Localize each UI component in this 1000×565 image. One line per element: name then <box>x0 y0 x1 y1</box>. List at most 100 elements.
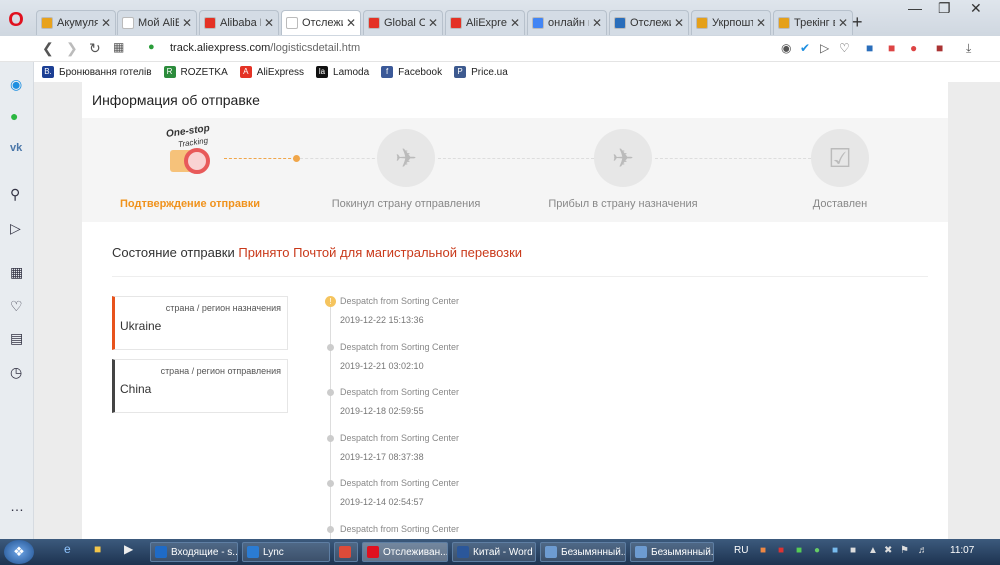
url-field[interactable]: track.aliexpress.com/logisticsdetail.htm <box>170 42 360 54</box>
extension-icon[interactable]: ■ <box>888 41 895 55</box>
tray-icon[interactable]: ■ <box>850 545 856 556</box>
close-tab-icon[interactable]: ✕ <box>510 16 520 30</box>
taskbar-item[interactable]: Китай - Word <box>452 542 536 562</box>
close-tab-icon[interactable]: ✕ <box>101 16 111 30</box>
new-tab-button[interactable]: + <box>852 12 863 33</box>
tab-label: Укрпошта <box>712 17 753 29</box>
tab[interactable]: онлайн пе✕ <box>527 10 607 35</box>
tray-icon[interactable]: ■ <box>832 545 838 556</box>
lock-icon[interactable]: ● <box>148 41 155 53</box>
heart-icon[interactable]: ♡ <box>10 298 23 315</box>
search-icon[interactable]: ⚲ <box>10 186 20 203</box>
tab[interactable]: Отслежив✕ <box>609 10 689 35</box>
start-button[interactable]: ❖ <box>4 540 34 564</box>
taskbar-item-label: Безымянный... <box>651 546 714 558</box>
ie-icon[interactable]: e <box>64 542 71 556</box>
bookmark-item[interactable]: B. Бронювання готелів <box>42 66 152 78</box>
flag-icon[interactable]: ⚑ <box>900 545 909 556</box>
extension-icon[interactable]: ■ <box>866 41 873 55</box>
send-icon[interactable]: ▷ <box>10 220 21 237</box>
tab-label: AliExpress <box>466 17 507 29</box>
explorer-icon[interactable]: ■ <box>94 542 101 556</box>
chrome-icon <box>339 546 351 558</box>
send-icon[interactable]: ▷ <box>820 41 829 55</box>
media-icon[interactable]: ▶ <box>124 542 133 556</box>
tab[interactable]: Global Ord✕ <box>363 10 443 35</box>
one-stop-tracking-logo: One-stop Tracking <box>165 123 226 186</box>
tray-icon[interactable]: ▲ <box>868 545 878 556</box>
whatsapp-icon[interactable]: ● <box>10 108 18 124</box>
tray-icon[interactable]: ■ <box>760 545 766 556</box>
tab[interactable]: Отслежива✕ <box>281 10 361 35</box>
volume-icon[interactable]: ♬ <box>918 545 928 556</box>
bookmark-item[interactable]: la Lamoda <box>316 66 369 78</box>
opera-menu-icon[interactable]: O <box>4 8 28 32</box>
tab[interactable]: Alibaba Ma✕ <box>199 10 279 35</box>
tray-icon[interactable]: ■ <box>778 545 784 556</box>
taskbar-item[interactable]: Безымянный... <box>630 542 714 562</box>
tab[interactable]: Трекінг ві✕ <box>773 10 853 35</box>
language-indicator[interactable]: RU <box>734 545 748 556</box>
taskbar-item[interactable]: Lync <box>242 542 330 562</box>
speed-dial-icon[interactable]: ▦ <box>10 264 23 281</box>
page-title: Информация об отправке <box>92 92 260 108</box>
taskbar-item[interactable]: Безымянный... <box>540 542 626 562</box>
event-description: Despatch from Sorting Center <box>340 387 460 398</box>
camera-icon[interactable]: ◉ <box>781 41 791 55</box>
back-icon[interactable]: ❮ <box>42 40 54 57</box>
bookmark-label: AliExpress <box>256 66 305 78</box>
divider <box>112 276 928 277</box>
timeline-dot <box>327 343 334 351</box>
minimize-button[interactable]: — <box>908 0 922 16</box>
download-icon[interactable]: ⤓ <box>966 41 971 56</box>
taskbar-item[interactable]: Отслеживан... <box>362 542 448 562</box>
clock[interactable]: 11:07 <box>950 545 974 556</box>
taskbar-item-label: Входящие - s... <box>171 546 238 558</box>
tray-icon[interactable]: ● <box>814 545 820 556</box>
taskbar-item[interactable] <box>334 542 358 562</box>
track-icon <box>614 17 626 29</box>
tab[interactable]: Укрпошта✕ <box>691 10 771 35</box>
more-icon[interactable]: … <box>10 498 24 514</box>
forward-icon[interactable]: ❯ <box>66 40 78 57</box>
event-description: Despatch from Sorting Center <box>340 341 460 352</box>
tab[interactable]: AliExpress✕ <box>445 10 525 35</box>
reload-icon[interactable]: ↻ <box>89 40 101 57</box>
bookmark-item[interactable]: R ROZETKA <box>163 66 228 78</box>
pin-icon <box>778 17 790 29</box>
event-description: Despatch from Sorting Center <box>340 432 460 443</box>
network-icon[interactable]: ✖ <box>884 545 892 556</box>
news-icon[interactable]: ▤ <box>10 330 23 347</box>
bookmark-icon: la <box>316 66 329 78</box>
lync-icon <box>247 546 259 558</box>
tab[interactable]: Мой AliExpress✕ <box>117 10 197 35</box>
bookmark-item[interactable]: f Facebook <box>381 66 442 78</box>
close-tab-icon[interactable]: ✕ <box>346 16 356 30</box>
close-tab-icon[interactable]: ✕ <box>592 16 602 30</box>
close-tab-icon[interactable]: ✕ <box>264 16 274 30</box>
vk-icon[interactable]: vk <box>10 142 22 154</box>
close-tab-icon[interactable]: ✕ <box>182 16 192 30</box>
close-window-button[interactable]: ✕ <box>970 0 982 17</box>
extension-icon[interactable]: ■ <box>936 41 943 55</box>
event-time: 2019-12-17 08:37:38 <box>340 451 424 462</box>
close-tab-icon[interactable]: ✕ <box>428 16 438 30</box>
close-tab-icon[interactable]: ✕ <box>756 16 766 30</box>
messenger-icon[interactable]: ◉ <box>10 76 22 93</box>
close-tab-icon[interactable]: ✕ <box>674 16 684 30</box>
close-tab-icon[interactable]: ✕ <box>838 16 848 30</box>
extension-icon[interactable]: ● <box>910 41 917 55</box>
bookmark-item[interactable]: A AliExpress <box>239 66 305 78</box>
tab[interactable]: Акумулятор✕ <box>36 10 116 35</box>
bookmark-item[interactable]: P Price.ua <box>454 66 508 78</box>
history-icon[interactable]: ◷ <box>10 364 22 381</box>
taskbar-item[interactable]: Входящие - s... <box>150 542 238 562</box>
heart-icon[interactable]: ♡ <box>839 41 850 55</box>
tray-icon[interactable]: ■ <box>796 545 802 556</box>
verified-icon[interactable]: ✔ <box>800 41 810 55</box>
maximize-button[interactable]: ❐ <box>938 0 951 17</box>
bookmark-icon: B. <box>42 66 54 78</box>
destination-box: страна / регион назначения Ukraine <box>112 296 288 350</box>
opera-icon <box>367 546 379 558</box>
speed-dial-icon[interactable]: ▦ <box>113 40 124 54</box>
